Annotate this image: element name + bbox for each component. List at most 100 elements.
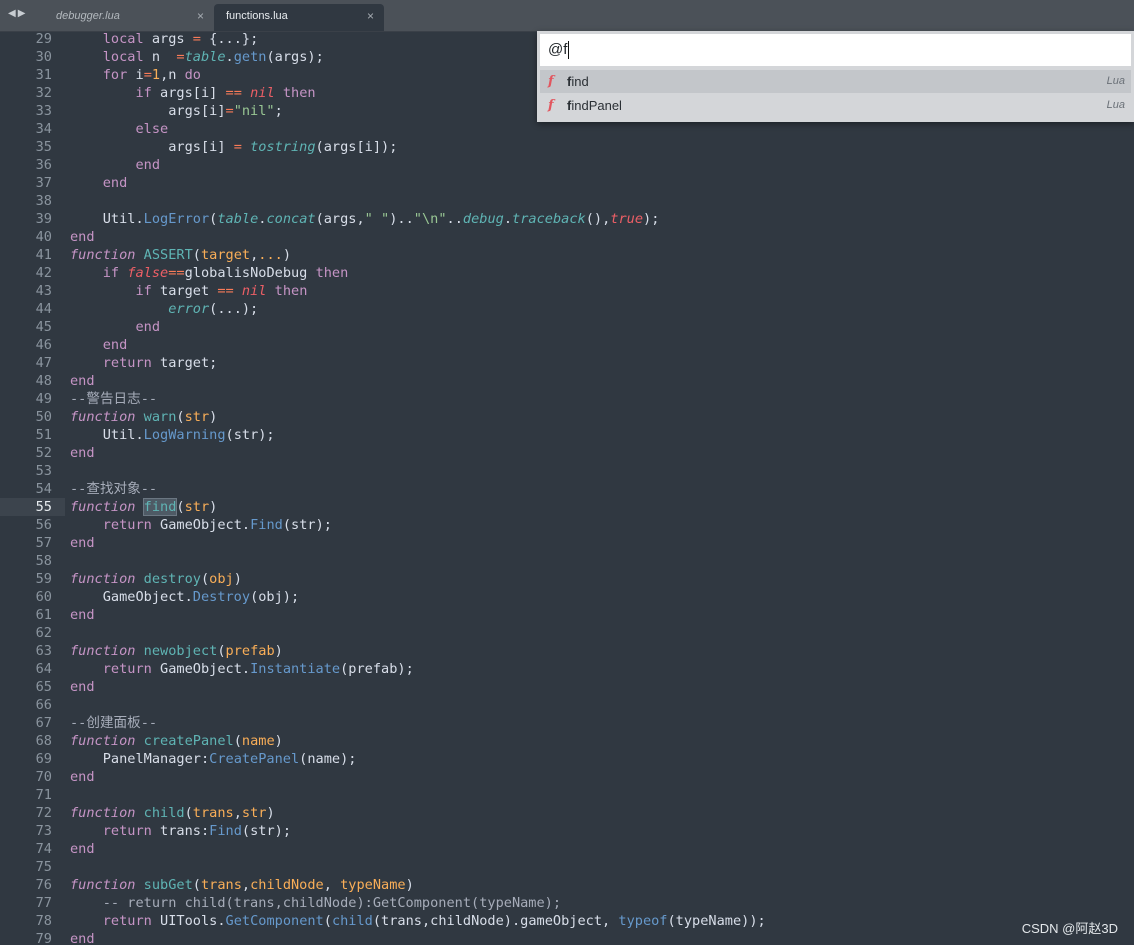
tab-bar: ◀▶ debugger.lua × functions.lua ×	[0, 0, 1134, 32]
code-line[interactable]: 41 function ASSERT(target,...)	[0, 246, 1134, 264]
code-token: )	[274, 643, 283, 659]
code-line[interactable]: 72 function child(trans,str)	[0, 804, 1134, 822]
line-number: 76	[35, 877, 52, 893]
code-line[interactable]: 48 end	[0, 372, 1134, 390]
code-line[interactable]: 73 return trans:Find(str);	[0, 822, 1134, 840]
code-text: local n =table.getn(args);	[70, 48, 324, 66]
code-line[interactable]: 64 return GameObject.Instantiate(prefab)…	[0, 660, 1134, 678]
code-line[interactable]: 77 -- return child(trans,childNode):GetC…	[0, 894, 1134, 912]
goto-symbol-input[interactable]: @f	[540, 34, 1131, 66]
code-line[interactable]: 47 return target;	[0, 354, 1134, 372]
tab-functions-lua[interactable]: functions.lua ×	[214, 4, 384, 31]
code-line[interactable]: 44 error(...);	[0, 300, 1134, 318]
code-token: )	[282, 247, 292, 263]
code-line[interactable]: 34 else	[0, 120, 1134, 138]
code-text: GameObject.Destroy(obj);	[70, 588, 299, 606]
code-text: end	[70, 840, 95, 858]
line-number: 74	[35, 841, 52, 857]
code-line[interactable]: 76 function subGet(trans,childNode, typeN…	[0, 876, 1134, 894]
code-token: --查找对象--	[70, 481, 158, 497]
line-number: 43	[35, 283, 52, 299]
code-line[interactable]: 54 --查找对象--	[0, 480, 1134, 498]
code-text: end	[70, 318, 160, 336]
code-token: getn	[233, 49, 267, 65]
code-token: "\n"	[413, 211, 447, 227]
code-line[interactable]: 69 PanelManager:CreatePanel(name);	[0, 750, 1134, 768]
code-token: warn	[143, 409, 177, 425]
code-line[interactable]: 51 Util.LogWarning(str);	[0, 426, 1134, 444]
code-text: return trans:Find(str);	[70, 822, 291, 840]
symbol-result-findpanel[interactable]: f findPanel Lua	[540, 94, 1131, 117]
code-token: globalisNoDebug	[184, 265, 316, 281]
code-token: true	[610, 211, 644, 227]
code-line[interactable]: 39 Util.LogError(table.concat(args," ").…	[0, 210, 1134, 228]
code-line[interactable]: 53	[0, 462, 1134, 480]
line-number: 50	[35, 409, 52, 425]
code-text: function warn(str)	[70, 408, 217, 426]
code-token: if	[102, 265, 120, 281]
line-number: 63	[35, 643, 52, 659]
code-line[interactable]: 43 if target == nil then	[0, 282, 1134, 300]
code-line[interactable]: 38	[0, 192, 1134, 210]
code-text: args[i] = tostring(args[i]);	[70, 138, 397, 156]
code-line[interactable]: 71	[0, 786, 1134, 804]
code-text: end	[70, 534, 95, 552]
code-line[interactable]: 55 function find(str)	[0, 498, 1134, 516]
code-line[interactable]: 37 end	[0, 174, 1134, 192]
code-line[interactable]: 35 args[i] = tostring(args[i]);	[0, 138, 1134, 156]
close-icon[interactable]: ×	[367, 4, 374, 29]
code-token: )..	[389, 211, 414, 227]
code-line[interactable]: 52 end	[0, 444, 1134, 462]
code-line[interactable]: 61 end	[0, 606, 1134, 624]
code-text: function destroy(obj)	[70, 570, 242, 588]
code-token: end	[70, 535, 95, 551]
code-line[interactable]: 56 return GameObject.Find(str);	[0, 516, 1134, 534]
code-line[interactable]: 74 end	[0, 840, 1134, 858]
code-line[interactable]: 59 function destroy(obj)	[0, 570, 1134, 588]
code-line[interactable]: 50 function warn(str)	[0, 408, 1134, 426]
code-line[interactable]: 57 end	[0, 534, 1134, 552]
code-line[interactable]: 62	[0, 624, 1134, 642]
code-text: --查找对象--	[70, 480, 157, 498]
code-line[interactable]: 67 --创建面板--	[0, 714, 1134, 732]
line-number: 31	[35, 67, 52, 83]
line-number: 68	[35, 733, 52, 749]
code-token: end	[70, 607, 95, 623]
tab-debugger-lua[interactable]: debugger.lua ×	[44, 4, 214, 31]
tab-nav-arrows-icon[interactable]: ◀▶	[8, 8, 44, 22]
code-line[interactable]: 46 end	[0, 336, 1134, 354]
line-number: 51	[35, 427, 52, 443]
code-line[interactable]: 63 function newobject(prefab)	[0, 642, 1134, 660]
code-line[interactable]: 60 GameObject.Destroy(obj);	[0, 588, 1134, 606]
code-line[interactable]: 40 end	[0, 228, 1134, 246]
code-line[interactable]: 58	[0, 552, 1134, 570]
code-line[interactable]: 45 end	[0, 318, 1134, 336]
code-line[interactable]: 36 end	[0, 156, 1134, 174]
code-editor[interactable]: 29 local args = {...}; 30 local n =table.…	[0, 31, 1134, 945]
code-line[interactable]: 49 --警告日志--	[0, 390, 1134, 408]
code-token: Instantiate	[250, 661, 341, 677]
code-line[interactable]: 75	[0, 858, 1134, 876]
code-text: function subGet(trans,childNode, typeNam…	[70, 876, 414, 894]
function-icon: f	[548, 74, 554, 89]
code-line[interactable]: 79 end	[0, 930, 1134, 945]
code-text: PanelManager:CreatePanel(name);	[70, 750, 357, 768]
code-token: return	[102, 823, 152, 839]
code-line[interactable]: 42 if false==globalisNoDebug then	[0, 264, 1134, 282]
code-line[interactable]: 68 function createPanel(name)	[0, 732, 1134, 750]
code-token: concat	[266, 211, 316, 227]
code-token: traceback	[512, 211, 586, 227]
close-icon[interactable]: ×	[197, 4, 204, 29]
code-line[interactable]: 66	[0, 696, 1134, 714]
code-line[interactable]: 70 end	[0, 768, 1134, 786]
symbol-result-find[interactable]: f find Lua	[540, 70, 1131, 93]
line-number: 32	[35, 85, 52, 101]
code-line[interactable]: 65 end	[0, 678, 1134, 696]
code-line[interactable]: 78 return UITools.GetComponent(child(tra…	[0, 912, 1134, 930]
line-number: 40	[35, 229, 52, 245]
code-token: str	[184, 409, 210, 425]
